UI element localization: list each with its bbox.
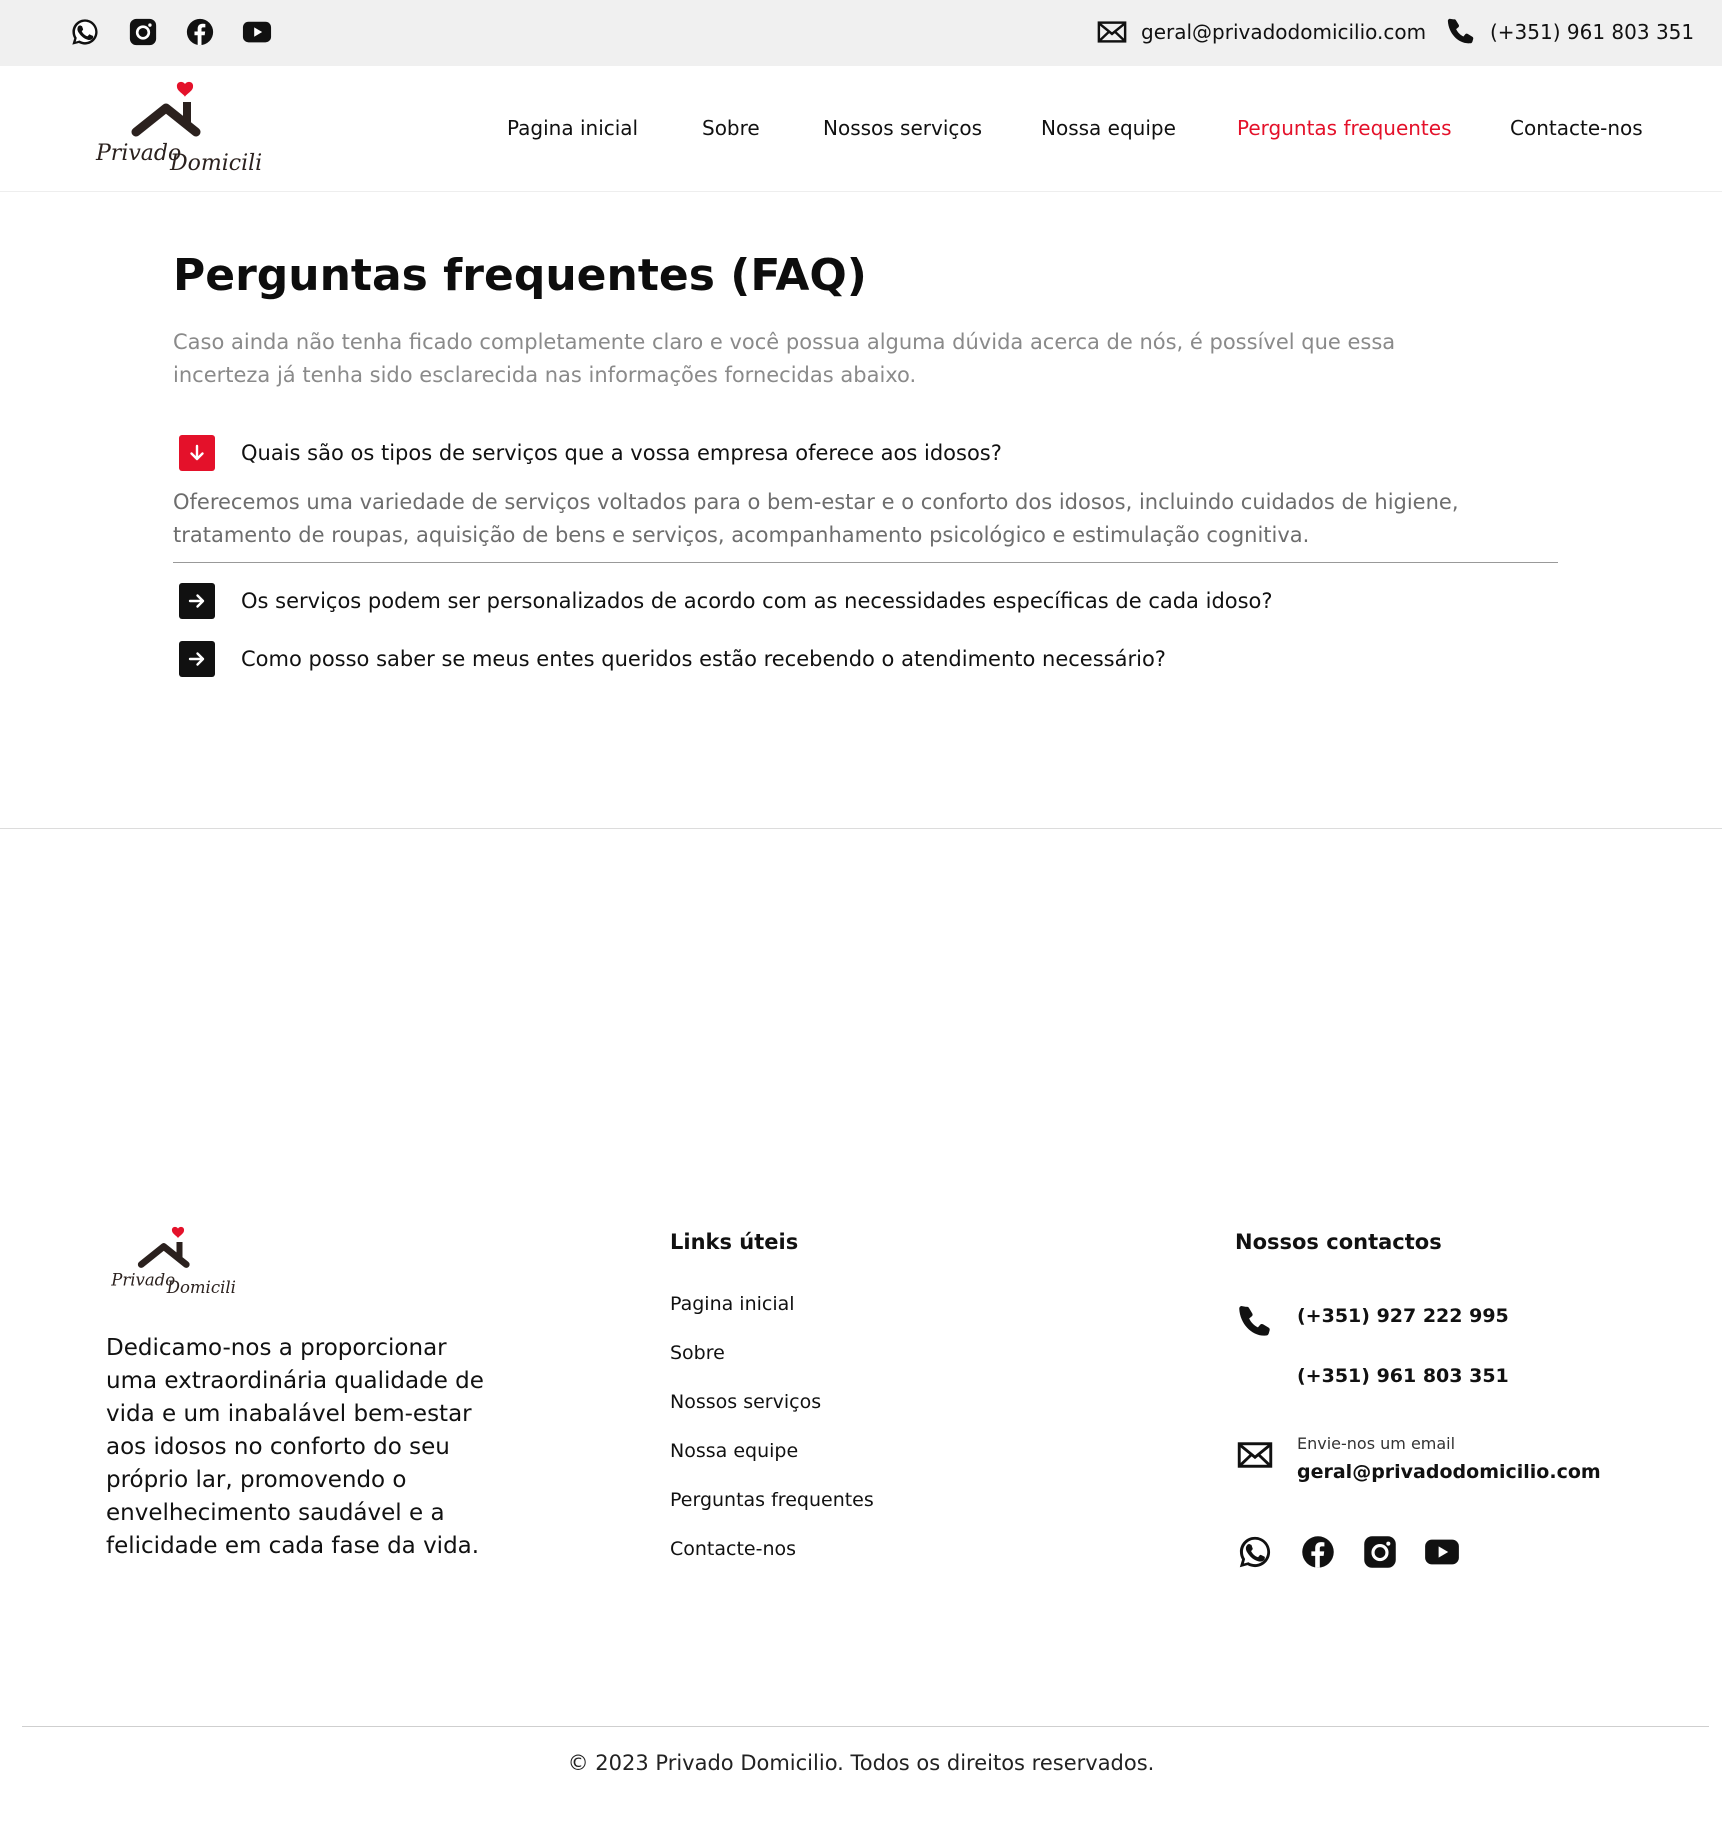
faq-question: Como posso saber se meus entes queridos … [241, 647, 1166, 671]
footer-link-pagina-inicial[interactable]: Pagina inicial [670, 1293, 795, 1315]
footer-divider [22, 1726, 1709, 1727]
faq-intro: Caso ainda não tenha ficado completament… [173, 330, 1396, 387]
faq-item-1: Quais são os tipos de serviços que a vos… [173, 433, 1558, 563]
whatsapp-icon[interactable] [1237, 1534, 1273, 1570]
footer-phone-2[interactable]: (+351) 961 803 351 [1297, 1365, 1509, 1387]
youtube-icon[interactable] [1424, 1534, 1460, 1570]
footer-link-nossa-equipe[interactable]: Nossa equipe [670, 1440, 798, 1462]
instagram-icon[interactable] [128, 17, 158, 47]
footer-link-contacte-nos[interactable]: Contacte-nos [670, 1538, 796, 1560]
mail-icon [1237, 1437, 1273, 1473]
phone-icon [1237, 1304, 1273, 1340]
svg-text:Privado: Privado [110, 1271, 175, 1290]
nav-item-nossos-servicos[interactable]: Nossos serviços [823, 116, 982, 140]
site-header: Privado Domicilio Pagina inicial Sobre N… [0, 66, 1722, 192]
faq-question-toggle[interactable]: Quais são os tipos de serviços que a vos… [173, 433, 1558, 473]
svg-text:Privado: Privado [95, 141, 181, 166]
footer-about-text: Dedicamo-nos a proporcionar uma extraord… [106, 1335, 484, 1559]
footer-link-sobre[interactable]: Sobre [670, 1342, 725, 1364]
whatsapp-icon[interactable] [70, 17, 100, 47]
nav-item-perguntas-frequentes[interactable]: Perguntas frequentes [1237, 116, 1452, 140]
topbar-phone[interactable]: (+351) 961 803 351 [1446, 17, 1694, 47]
arrow-right-icon [179, 583, 215, 619]
page-title: Perguntas frequentes (FAQ) [173, 250, 867, 301]
top-bar: geral@privadodomicilio.com (+351) 961 80… [0, 0, 1722, 66]
logo[interactable]: Privado Domicilio [92, 78, 275, 176]
footer-links-heading: Links úteis [670, 1230, 799, 1254]
nav-item-contacte-nos[interactable]: Contacte-nos [1510, 116, 1643, 140]
svg-text:Domicilio: Domicilio [169, 151, 262, 174]
topbar-email-text: geral@privadodomicilio.com [1141, 20, 1427, 44]
footer-contacts-heading: Nossos contactos [1235, 1230, 1442, 1254]
phone-icon [1446, 17, 1476, 47]
facebook-icon[interactable] [185, 17, 215, 47]
nav-item-pagina-inicial[interactable]: Pagina inicial [507, 116, 638, 140]
faq-item-2: Os serviços podem ser personalizados de … [173, 581, 1558, 621]
svg-text:Domicilio: Domicilio [166, 1278, 236, 1296]
faq-item-3: Como posso saber se meus entes queridos … [173, 639, 1558, 679]
facebook-icon[interactable] [1300, 1534, 1336, 1570]
youtube-icon[interactable] [242, 17, 272, 47]
topbar-phone-text: (+351) 961 803 351 [1490, 20, 1695, 44]
faq-question-toggle[interactable]: Como posso saber se meus entes queridos … [173, 639, 1558, 679]
arrow-down-icon [179, 435, 215, 471]
copyright: © 2023 Privado Domicilio. Todos os direi… [567, 1751, 1155, 1775]
instagram-icon[interactable] [1362, 1534, 1398, 1570]
nav-item-sobre[interactable]: Sobre [702, 116, 760, 140]
footer-link-perguntas-frequentes[interactable]: Perguntas frequentes [670, 1489, 874, 1511]
faq-question: Os serviços podem ser personalizados de … [241, 589, 1273, 613]
faq-answer: Oferecemos uma variedade de serviços vol… [173, 486, 1558, 563]
faq-question: Quais são os tipos de serviços que a vos… [241, 441, 1002, 465]
section-divider [0, 828, 1722, 829]
footer-phone-1[interactable]: (+351) 927 222 995 [1297, 1305, 1509, 1327]
nav-item-nossa-equipe[interactable]: Nossa equipe [1041, 116, 1176, 140]
footer-link-nossos-servicos[interactable]: Nossos serviços [670, 1391, 821, 1413]
footer-logo[interactable]: Privado Domicilio [108, 1224, 246, 1297]
footer-email-label: Envie-nos um email [1297, 1434, 1456, 1453]
arrow-right-icon [179, 641, 215, 677]
topbar-email[interactable]: geral@privadodomicilio.com [1097, 17, 1426, 47]
footer-email[interactable]: geral@privadodomicilio.com [1297, 1461, 1601, 1483]
mail-icon [1097, 17, 1127, 47]
faq-question-toggle[interactable]: Os serviços podem ser personalizados de … [173, 581, 1558, 621]
